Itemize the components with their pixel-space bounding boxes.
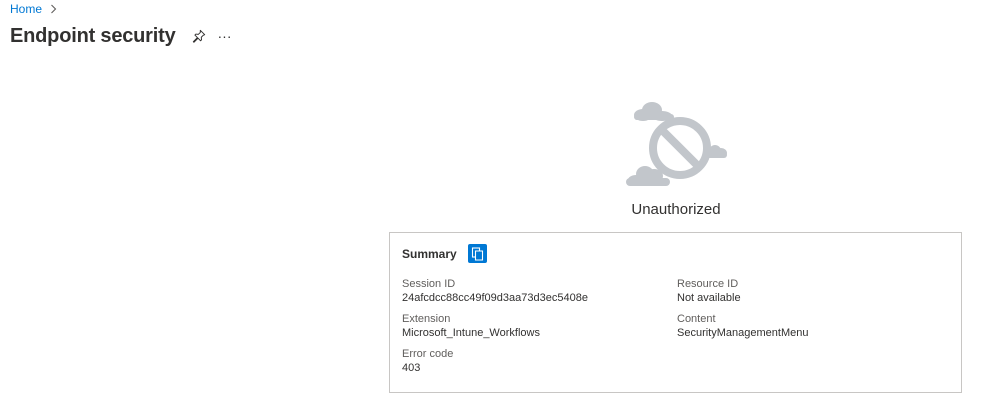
summary-header: Summary: [402, 244, 487, 263]
error-code-label: Error code: [402, 348, 454, 360]
content-label: Content: [677, 313, 716, 325]
resource-id-label: Resource ID: [677, 278, 739, 290]
status-text: Unauthorized: [631, 201, 721, 218]
summary-panel: Summary Session ID 24afcdcc88cc49f09d3aa…: [389, 232, 962, 393]
breadcrumb: Home: [10, 1, 58, 17]
breadcrumb-home-link[interactable]: Home: [10, 2, 42, 16]
extension-value: Microsoft_Intune_Workflows: [402, 327, 540, 339]
session-id-value: 24afcdcc88cc49f09d3aa73d3ec5408e: [402, 292, 588, 304]
page-title: Endpoint security: [10, 24, 176, 47]
session-id-field: Session ID 24afcdcc88cc49f09d3aa73d3ec54…: [402, 278, 588, 305]
page-header: Endpoint security ···: [10, 22, 234, 50]
error-code-value: 403: [402, 362, 421, 374]
resource-id-field: Resource ID Not available: [677, 278, 741, 305]
error-code-field: Error code 403: [402, 348, 453, 375]
content-value: SecurityManagementMenu: [677, 327, 809, 339]
unauthorized-cloud-icon: [618, 96, 734, 192]
session-id-label: Session ID: [402, 278, 456, 290]
resource-id-value: Not available: [677, 292, 741, 304]
content-field: Content SecurityManagementMenu: [677, 313, 808, 340]
copy-button[interactable]: [467, 244, 487, 263]
summary-title: Summary: [402, 246, 457, 261]
pin-icon[interactable]: [190, 27, 208, 45]
chevron-right-icon: [48, 3, 58, 15]
more-options-button[interactable]: ···: [216, 27, 234, 45]
extension-label: Extension: [402, 313, 451, 325]
copy-icon: [471, 246, 483, 261]
extension-field: Extension Microsoft_Intune_Workflows: [402, 313, 540, 340]
